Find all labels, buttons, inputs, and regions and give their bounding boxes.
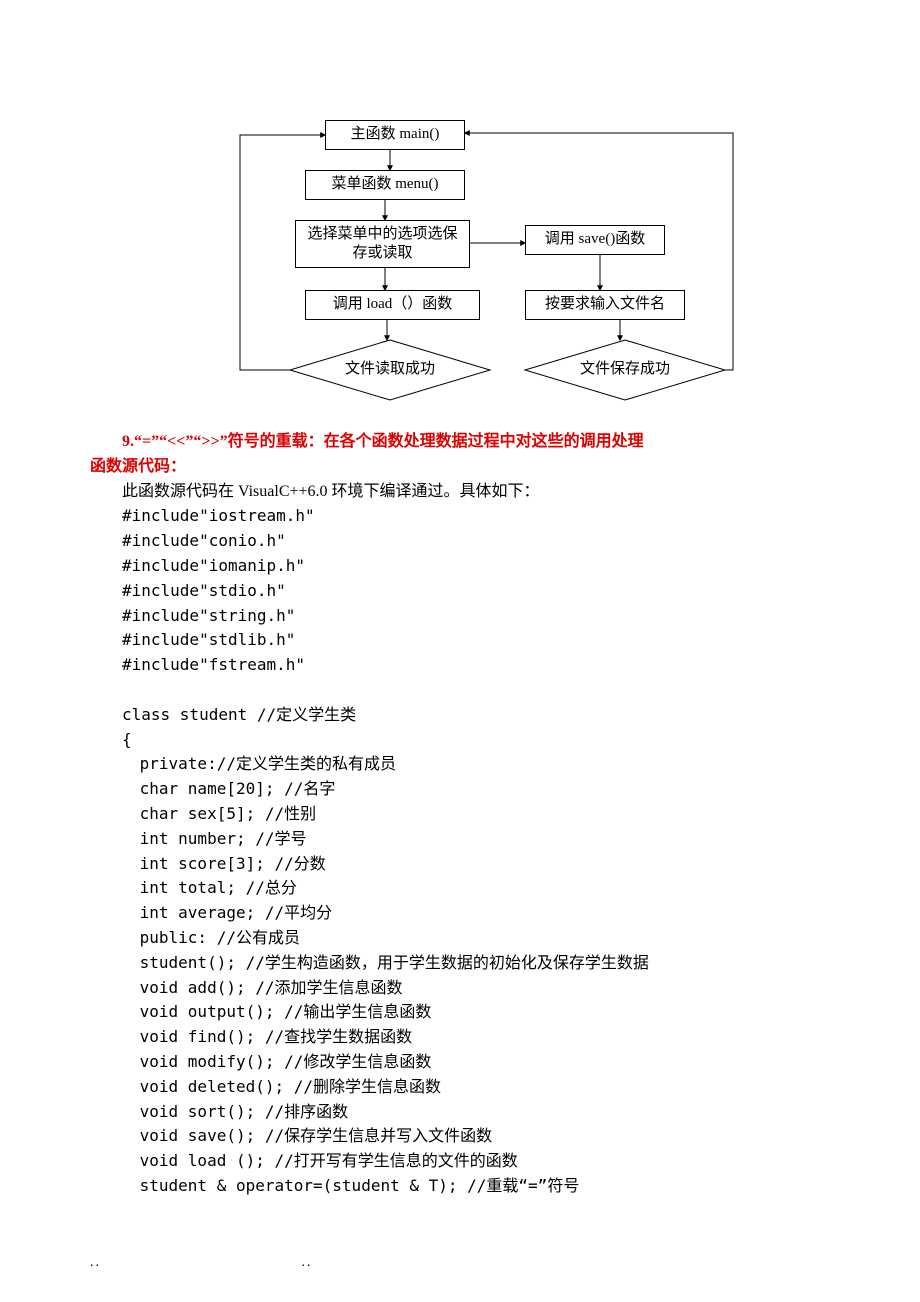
flow-menu: 菜单函数 menu()	[305, 170, 465, 200]
code-line: void save(); //保存学生信息并写入文件函数	[90, 1124, 830, 1149]
code-line: #include"string.h"	[90, 604, 830, 629]
code-line: int average; //平均分	[90, 901, 830, 926]
flow-menu-label: 菜单函数 menu()	[331, 175, 438, 195]
code-line: char name[20]; //名字	[90, 777, 830, 802]
code-line: #include"iostream.h"	[90, 504, 830, 529]
code-line: int total; //总分	[90, 876, 830, 901]
code-line: #include"stdlib.h"	[90, 628, 830, 653]
code-line: public: //公有成员	[90, 926, 830, 951]
flow-choose-label: 选择菜单中的选项选保存或读取	[304, 225, 461, 264]
flow-filename: 按要求输入文件名	[525, 290, 685, 320]
flow-main: 主函数 main()	[325, 120, 465, 150]
flow-read-ok: 文件读取成功	[290, 340, 490, 400]
flow-save-call: 调用 save()函数	[525, 225, 665, 255]
code-line: void output(); //输出学生信息函数	[90, 1000, 830, 1025]
page-footer: .. ..	[90, 1252, 313, 1274]
code-line: #include"conio.h"	[90, 529, 830, 554]
footer-dots-right: ..	[302, 1255, 313, 1270]
code-line: void sort(); //排序函数	[90, 1100, 830, 1125]
code-line: void deleted(); //删除学生信息函数	[90, 1075, 830, 1100]
section-heading-1: 9.“=”“<<”“>>”符号的重载：在各个函数处理数据过程中对这些的调用处理	[90, 430, 830, 455]
footer-dots-left: ..	[90, 1255, 101, 1270]
code-line: void add(); //添加学生信息函数	[90, 976, 830, 1001]
code-line: {	[90, 728, 830, 753]
code-line	[90, 678, 830, 703]
flow-read-ok-label: 文件读取成功	[345, 358, 435, 381]
flow-load-call-label: 调用 load（）函数	[333, 295, 453, 315]
section-heading-2: 函数源代码：	[90, 455, 830, 480]
flow-load-call: 调用 load（）函数	[305, 290, 480, 320]
flow-filename-label: 按要求输入文件名	[545, 295, 665, 315]
flow-main-label: 主函数 main()	[351, 125, 440, 145]
code-line: int number; //学号	[90, 827, 830, 852]
code-line: void find(); //查找学生数据函数	[90, 1025, 830, 1050]
code-line: #include"iomanip.h"	[90, 554, 830, 579]
intro-text: 此函数源代码在 VisualC++6.0 环境下编译通过。具体如下：	[90, 480, 830, 505]
code-block: #include"iostream.h" #include"conio.h" #…	[90, 504, 830, 1198]
code-line: char sex[5]; //性别	[90, 802, 830, 827]
code-line: void load (); //打开写有学生信息的文件的函数	[90, 1149, 830, 1174]
flow-save-ok: 文件保存成功	[525, 340, 725, 400]
code-line: class student //定义学生类	[90, 703, 830, 728]
flow-save-call-label: 调用 save()函数	[545, 230, 645, 250]
flow-save-ok-label: 文件保存成功	[580, 358, 670, 381]
code-line: int score[3]; //分数	[90, 852, 830, 877]
code-line: void modify(); //修改学生信息函数	[90, 1050, 830, 1075]
flow-choose: 选择菜单中的选项选保存或读取	[295, 220, 470, 268]
code-line: student(); //学生构造函数，用于学生数据的初始化及保存学生数据	[90, 951, 830, 976]
code-line: #include"stdio.h"	[90, 579, 830, 604]
code-line: private://定义学生类的私有成员	[90, 752, 830, 777]
code-line: #include"fstream.h"	[90, 653, 830, 678]
code-line: student & operator=(student & T); //重载“=…	[90, 1174, 830, 1199]
flowchart: 主函数 main() 菜单函数 menu() 选择菜单中的选项选保存或读取 调用…	[175, 100, 735, 410]
